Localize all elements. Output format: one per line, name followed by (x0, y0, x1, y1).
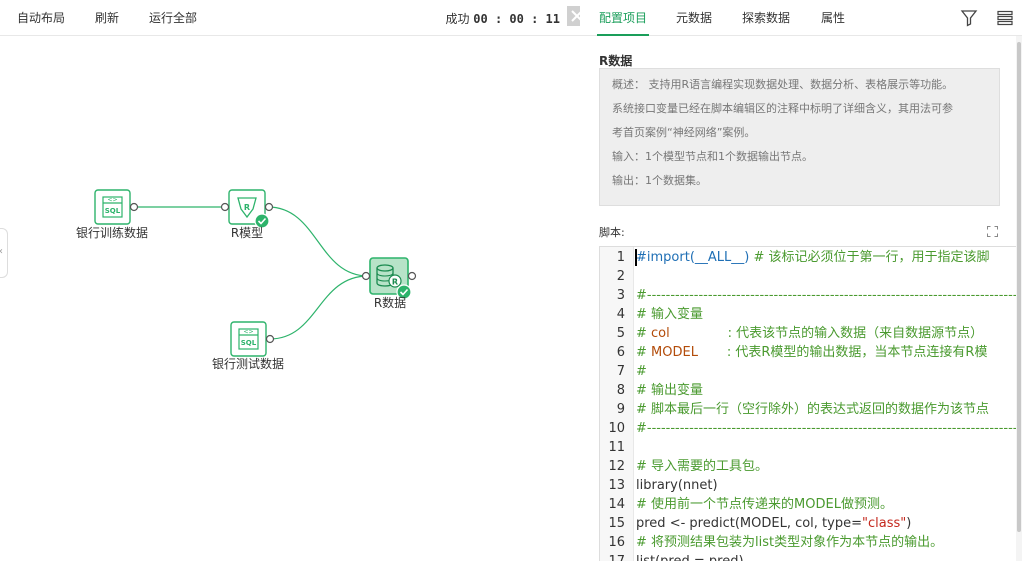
workflow-canvas[interactable]: <> SQL 银行训练数据 R R模型 R R数据 <> SQL 银行测试数据 (0, 36, 580, 561)
code-line: #---------------------------------------… (636, 288, 1016, 303)
expand-icon[interactable] (987, 226, 998, 237)
input-port[interactable] (361, 271, 371, 281)
scrollbar-thumb[interactable] (1017, 42, 1021, 532)
code-line: list(pred = pred) (636, 552, 744, 561)
node-r-data[interactable]: R R数据 (361, 257, 417, 310)
edge-test-to-rdata (269, 275, 369, 340)
code-line: # 将预测结果包装为list类型对象作为本节点的输出。 (636, 535, 944, 550)
code-token: #import(__ALL__) (636, 250, 750, 265)
desc-line: 输出：1个数据集。 (612, 174, 707, 187)
code-token: : 代表R模型的输出数据，当本节点连接有R模 (697, 345, 988, 360)
desc-line: 考首页案例“神经网络”案例。 (612, 126, 756, 139)
node-label-test: 银行测试数据 (212, 356, 284, 371)
code-line: # col : 代表该节点的输入数据（来自数据源节点） (636, 324, 983, 343)
script-editor[interactable]: 1 2 3 4 5 6 7 8 9 10 11 12 13 14 15 16 1… (599, 246, 1016, 561)
run-status: 成功 00 : 00 : 11 (445, 10, 560, 27)
line-number: 12 (608, 459, 625, 474)
status-time: 00 : 00 : 11 (473, 12, 560, 26)
sql-tag: SQL (241, 339, 257, 347)
code-line: #import(__ALL__) # 该标记必须位于第一行，用于指定该脚 (636, 248, 990, 267)
tab-explore-data[interactable]: 探索数据 (742, 0, 790, 36)
code-line: # 输入变量 (636, 307, 704, 322)
output-port[interactable] (264, 202, 274, 212)
line-number: 3 (616, 288, 625, 303)
node-label-model: R模型 (231, 226, 263, 240)
auto-layout-button[interactable]: 自动布局 (17, 0, 65, 36)
code-line: library(nnet) (636, 478, 718, 493)
code-line: # 脚本最后一行（空行除外）的表达式返回的数据作为该节点 (636, 402, 990, 417)
panel-scrollbar[interactable] (1016, 36, 1022, 561)
line-number: 5 (616, 326, 625, 341)
desc-line: 输入：1个模型节点和1个数据输出节点。 (612, 150, 813, 163)
line-number: 10 (608, 421, 625, 436)
code-token: # 该标记必须位于第一行，用于指定该脚 (749, 250, 990, 265)
line-number: 1 (616, 250, 625, 265)
filter-icon[interactable] (960, 9, 978, 27)
line-number: 9 (616, 402, 625, 417)
code-line: # (636, 364, 647, 379)
code-token: MODEL (651, 345, 698, 360)
section-title: R数据 (599, 54, 633, 68)
canvas-toolbar: 自动布局 刷新 运行全部 成功 00 : 00 : 11 (0, 0, 580, 36)
node-label-rdata: R数据 (374, 295, 406, 310)
code-line: # 使用前一个节点传递来的MODEL做预测。 (636, 497, 893, 512)
config-panel: 配置项目 元数据 探索数据 属性 R数据 概述： 支持用R语言编程实现数据处理、… (580, 0, 1022, 561)
menu-icon[interactable] (996, 9, 1014, 27)
line-number: 16 (608, 535, 625, 550)
code-line: # MODEL : 代表R模型的输出数据，当本节点连接有R模 (636, 343, 987, 362)
line-number: 7 (616, 364, 625, 379)
line-number: 13 (608, 478, 625, 493)
code-line: pred <- predict(MODEL, col, type="class"… (636, 514, 911, 533)
line-number: 2 (616, 269, 625, 284)
tab-config[interactable]: 配置项目 (596, 0, 650, 36)
svg-text:R: R (244, 203, 250, 212)
desc-line: 系统接口变量已经在脚本编辑区的注释中标明了详细含义，其用法可参 (612, 102, 953, 115)
line-number: 15 (608, 516, 625, 531)
code-line: #---------------------------------------… (636, 421, 1016, 436)
line-number: 11 (608, 440, 625, 455)
line-number-gutter: 1 2 3 4 5 6 7 8 9 10 11 12 13 14 15 16 1… (600, 247, 634, 561)
tab-properties[interactable]: 属性 (821, 0, 845, 36)
code-token: pred <- predict(MODEL, col, type= (636, 516, 862, 531)
line-number: 8 (616, 383, 625, 398)
code-token: # (636, 345, 652, 360)
svg-text:<>: <> (107, 197, 117, 204)
sql-db-icon: <> SQL (238, 328, 259, 350)
sql-tag: SQL (105, 207, 121, 215)
line-number: 4 (616, 307, 625, 322)
edge-model-to-rdata (267, 206, 369, 277)
output-port[interactable] (407, 271, 417, 281)
code-token: # (636, 326, 652, 341)
code-token: : 代表该节点的输入数据（来自数据源节点） (669, 326, 984, 341)
line-number: 17 (600, 552, 625, 561)
node-label-train: 银行训练数据 (76, 225, 148, 240)
tab-metadata[interactable]: 元数据 (676, 0, 712, 36)
line-number: 6 (616, 345, 625, 360)
input-port[interactable] (220, 202, 230, 212)
panel-tabs: 配置项目 元数据 探索数据 属性 (580, 0, 1022, 36)
node-bank-test-data[interactable]: <> SQL 银行测试数据 (212, 321, 284, 371)
line-number: 14 (608, 497, 625, 512)
svg-text:<>: <> (243, 329, 253, 336)
svg-text:R: R (392, 278, 398, 287)
workflow-app: 自动布局 刷新 运行全部 成功 00 : 00 : 11 ‹ <> SQL 银行… (0, 0, 1022, 561)
code-line: # 导入需要的工具包。 (636, 459, 769, 474)
script-label: 脚本: (599, 226, 625, 239)
code-token: col (651, 326, 670, 341)
node-r-model[interactable]: R R模型 (220, 189, 274, 240)
output-port[interactable] (129, 202, 139, 212)
run-all-button[interactable]: 运行全部 (149, 0, 197, 36)
description-box: 概述： 支持用R语言编程实现数据处理、数据分析、表格展示等功能。 系统接口变量已… (599, 68, 1000, 206)
code-token: ) (906, 516, 912, 531)
code-token: "class" (862, 516, 907, 531)
output-port[interactable] (265, 334, 275, 344)
desc-line: 概述： 支持用R语言编程实现数据处理、数据分析、表格展示等功能。 (612, 78, 954, 91)
sql-db-icon: <> SQL (102, 196, 123, 218)
node-bank-train-data[interactable]: <> SQL 银行训练数据 (76, 189, 148, 240)
status-label: 成功 (445, 12, 470, 26)
code-line: # 输出变量 (636, 383, 704, 398)
refresh-button[interactable]: 刷新 (95, 0, 119, 36)
